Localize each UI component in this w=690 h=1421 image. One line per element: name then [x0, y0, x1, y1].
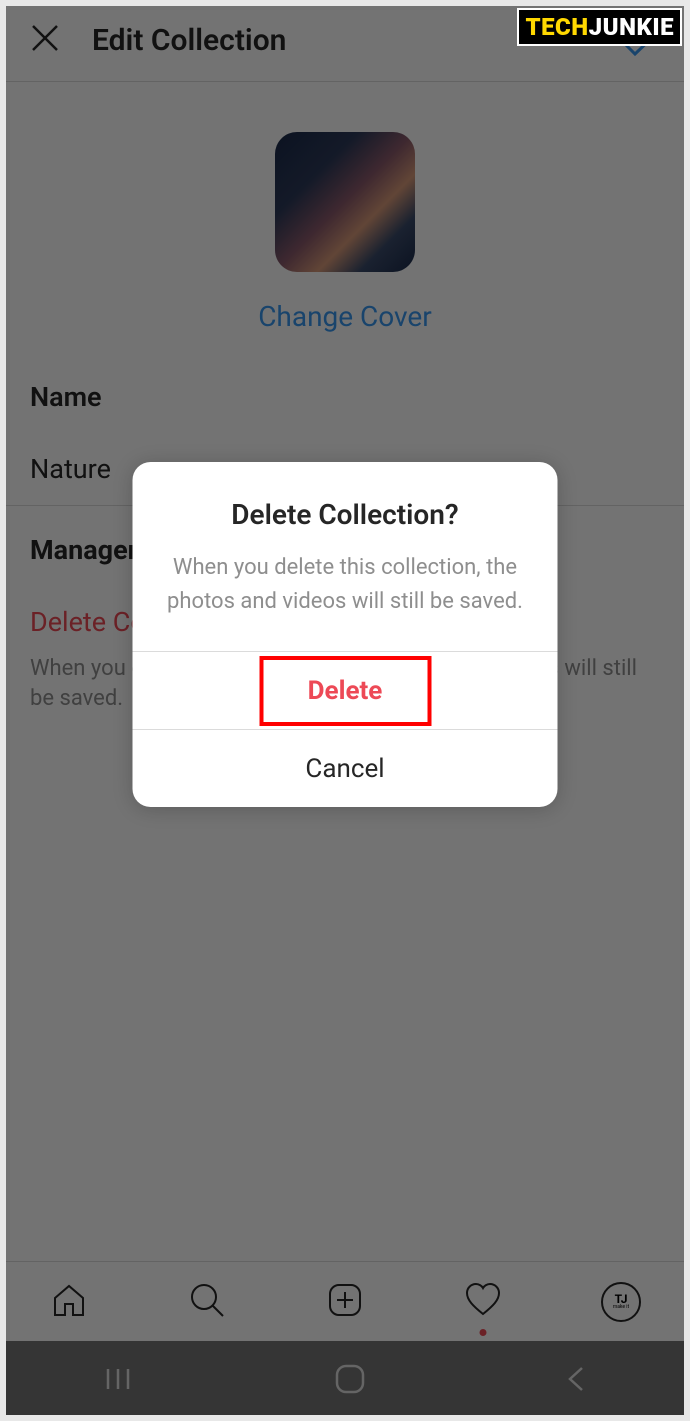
dialog-title: Delete Collection? [163, 498, 528, 531]
delete-confirmation-dialog: Delete Collection? When you delete this … [133, 462, 558, 807]
dialog-message: When you delete this collection, the pho… [163, 551, 528, 619]
delete-button-label: Delete [308, 676, 383, 706]
dialog-body: Delete Collection? When you delete this … [133, 462, 558, 651]
cancel-button[interactable]: Cancel [133, 729, 558, 807]
cancel-button-label: Cancel [305, 754, 384, 784]
watermark-badge: TECHJUNKIE [517, 8, 682, 46]
delete-button[interactable]: Delete [133, 651, 558, 729]
